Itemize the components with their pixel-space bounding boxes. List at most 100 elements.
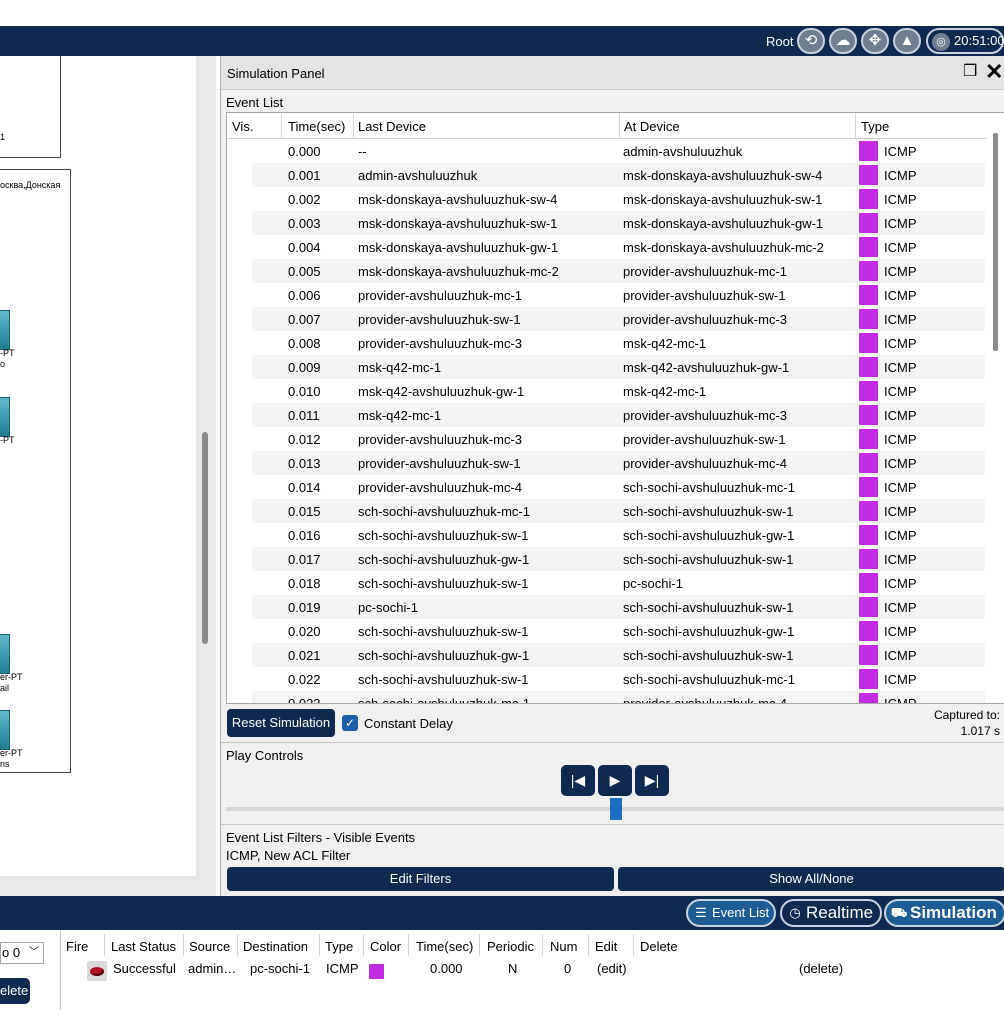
pdu-header-fire: Fire <box>66 939 89 954</box>
event-type: ICMP <box>884 336 917 351</box>
clock-time: 20:51:00 <box>954 33 1004 48</box>
event-row[interactable]: 0.014 provider-avshuluuzhuk-mc-4 sch-sochi… <box>252 475 985 499</box>
device-icon[interactable] <box>0 634 10 674</box>
event-type-color-swatch <box>859 621 878 641</box>
pdu-last-status: Successful <box>113 961 176 976</box>
landscape-icon[interactable]: ▲ <box>893 28 921 54</box>
event-row[interactable]: 0.021 sch-sochi-avshuluuzhuk-gw-1 sch-soch… <box>252 643 985 667</box>
event-at-device: sch-sochi-avshuluuzhuk-sw-1 <box>623 504 794 519</box>
simulation-mode-button[interactable]: ⛟ Simulation <box>884 899 1004 927</box>
event-row[interactable]: 0.012 provider-avshuluuzhuk-mc-3 provider-… <box>252 427 985 451</box>
pdu-delete-link[interactable]: (delete) <box>799 961 843 976</box>
mode-bar: ☰ Event List ◷ Realtime ⛟ Simulation <box>0 896 1004 930</box>
edit-filters-button[interactable]: Edit Filters <box>227 867 614 891</box>
step-back-button[interactable]: |◀ <box>561 765 595 796</box>
event-row[interactable]: 0.016 sch-sochi-avshuluuzhuk-sw-1 sch-soch… <box>252 523 985 547</box>
event-type-color-swatch <box>859 285 878 305</box>
scenario-value: o 0 <box>2 945 21 960</box>
event-row[interactable]: 0.002 msk-donskaya-avshuluuzhuk-sw-4 msk-d… <box>252 187 985 211</box>
event-row[interactable]: 0.017 sch-sochi-avshuluuzhuk-gw-1 sch-soch… <box>252 547 985 571</box>
area-box[interactable]: 1 <box>0 56 61 158</box>
logical-workspace[interactable]: 1 осква,Донская -PT o -PT er-PT ail er-PT n… <box>0 56 216 896</box>
event-last-device: msk-donskaya-avshuluuzhuk-sw-4 <box>358 192 558 207</box>
device-icon[interactable] <box>0 710 10 750</box>
pdu-header-color: Color <box>370 939 402 954</box>
event-row[interactable]: 0.006 provider-avshuluuzhuk-mc-1 provider-… <box>252 283 985 307</box>
cloud-icon[interactable]: ☁ <box>829 28 857 54</box>
event-type: ICMP <box>884 216 917 231</box>
delete-scenario-button[interactable]: elete <box>0 978 30 1004</box>
event-row[interactable]: 0.019 pc-sochi-1 sch-sochi-avshuluuzhuk-sw… <box>252 595 985 619</box>
close-icon[interactable]: ✕ <box>985 60 1004 84</box>
clock[interactable]: ◎ 20:51:00 <box>926 28 1004 54</box>
event-last-device: provider-avshuluuzhuk-mc-3 <box>358 432 523 447</box>
pdu-edit-link[interactable]: (edit) <box>597 961 627 976</box>
pdu-header-last-status: Last Status <box>111 939 177 954</box>
event-list-scrollbar[interactable] <box>993 133 998 351</box>
event-row[interactable]: 0.003 msk-donskaya-avshuluuzhuk-sw-1 msk-d… <box>252 211 985 235</box>
constant-delay-checkbox[interactable]: ✓ <box>342 715 358 731</box>
reset-simulation-button[interactable]: Reset Simulation <box>227 709 335 737</box>
event-row[interactable]: 0.011 msk-q42-mc-1 provider-avshuluuzhuk-m… <box>252 403 985 427</box>
realtime-mode-button[interactable]: ◷ Realtime <box>780 899 882 927</box>
event-time: 0.012 <box>288 432 321 447</box>
device-label: er-PT ail <box>0 672 23 693</box>
event-row[interactable]: 0.018 sch-sochi-avshuluuzhuk-sw-1 pc-sochi… <box>252 571 985 595</box>
event-time: 0.006 <box>288 288 321 303</box>
event-last-device: provider-avshuluuzhuk-mc-1 <box>358 288 523 303</box>
device-icon[interactable] <box>0 397 10 437</box>
scenario-select[interactable]: o 0 ﹀ <box>0 942 44 964</box>
event-type-color-swatch <box>859 333 878 353</box>
event-type: ICMP <box>884 456 917 471</box>
event-at-device: msk-donskaya-avshuluuzhuk-mc-2 <box>623 240 824 255</box>
undo-icon[interactable]: ⟲ <box>797 28 825 54</box>
event-row[interactable]: 0.015 sch-sochi-avshuluuzhuk-mc-1 sch-soch… <box>252 499 985 523</box>
event-last-device: provider-avshuluuzhuk-mc-4 <box>358 480 523 495</box>
workspace-canvas[interactable]: 1 осква,Донская -PT o -PT er-PT ail er-PT n… <box>0 56 196 876</box>
column-header-at-device[interactable]: At Device <box>624 119 680 134</box>
event-type-color-swatch <box>859 429 878 449</box>
column-header-time[interactable]: Time(sec) <box>288 119 345 134</box>
event-row[interactable]: 0.000 -- admin-avshuluuzhuk ICMP <box>252 139 985 163</box>
move-icon[interactable]: ✥ <box>861 28 889 54</box>
event-row[interactable]: 0.005 msk-donskaya-avshuluuzhuk-mc-2 provi… <box>252 259 985 283</box>
event-type: ICMP <box>884 528 917 543</box>
step-forward-button[interactable]: ▶| <box>635 765 669 796</box>
column-header-last-device[interactable]: Last Device <box>358 119 426 134</box>
event-row[interactable]: 0.020 sch-sochi-avshuluuzhuk-sw-1 sch-soch… <box>252 619 985 643</box>
event-list-table[interactable]: Vis. Time(sec) Last Device At Device Typ… <box>226 112 1004 704</box>
event-list-toggle[interactable]: ☰ Event List <box>686 899 776 927</box>
panel-title-bar: Simulation Panel ❐ ✕ <box>221 56 1004 90</box>
column-header-vis[interactable]: Vis. <box>232 119 253 134</box>
pdu-header-source: Source <box>189 939 231 954</box>
event-at-device: sch-sochi-avshuluuzhuk-mc-1 <box>623 672 795 687</box>
pdu-header-delete: Delete <box>640 939 678 954</box>
event-row[interactable]: 0.009 msk-q42-mc-1 msk-q42-avshuluuzhuk-gw… <box>252 355 985 379</box>
play-button[interactable]: ▶ <box>598 765 632 796</box>
event-row[interactable]: 0.001 admin-avshuluuzhuk msk-donskaya-avsh… <box>252 163 985 187</box>
event-at-device: sch-sochi-avshuluuzhuk-sw-1 <box>623 648 794 663</box>
event-row[interactable]: 0.008 provider-avshuluuzhuk-mc-3 msk-q42-m… <box>252 331 985 355</box>
event-at-device: msk-q42-avshuluuzhuk-gw-1 <box>623 360 790 375</box>
event-time: 0.002 <box>288 192 321 207</box>
event-last-device: -- <box>358 144 367 159</box>
play-speed-slider-thumb[interactable] <box>610 798 622 820</box>
event-row[interactable]: 0.022 sch-sochi-avshuluuzhuk-sw-1 sch-soch… <box>252 667 985 691</box>
event-at-device: msk-donskaya-avshuluuzhuk-gw-1 <box>623 216 824 231</box>
event-row[interactable]: 0.013 provider-avshuluuzhuk-sw-1 provider-… <box>252 451 985 475</box>
device-icon[interactable] <box>0 310 10 350</box>
event-row[interactable]: 0.004 msk-donskaya-avshuluuzhuk-gw-1 msk-d… <box>252 235 985 259</box>
column-header-type[interactable]: Type <box>861 119 889 134</box>
event-row[interactable]: 0.010 msk-q42-avshuluuzhuk-gw-1 msk-q42-mc… <box>252 379 985 403</box>
event-row[interactable]: 0.007 provider-avshuluuzhuk-sw-1 provider-… <box>252 307 985 331</box>
area-label: осква,Донская <box>0 180 61 190</box>
event-row[interactable]: 0.023 sch-sochi-avshuluuzhuk-mc-1 provider… <box>252 691 985 703</box>
workspace-scrollbar[interactable] <box>202 432 208 644</box>
event-list-toggle-label: Event List <box>712 905 770 920</box>
event-type-color-swatch <box>859 381 878 401</box>
event-type: ICMP <box>884 504 917 519</box>
globe-icon: ◎ <box>932 33 950 51</box>
fire-icon[interactable] <box>87 961 107 981</box>
restore-icon[interactable]: ❐ <box>963 64 979 80</box>
show-all-none-button[interactable]: Show All/None <box>618 867 1004 891</box>
